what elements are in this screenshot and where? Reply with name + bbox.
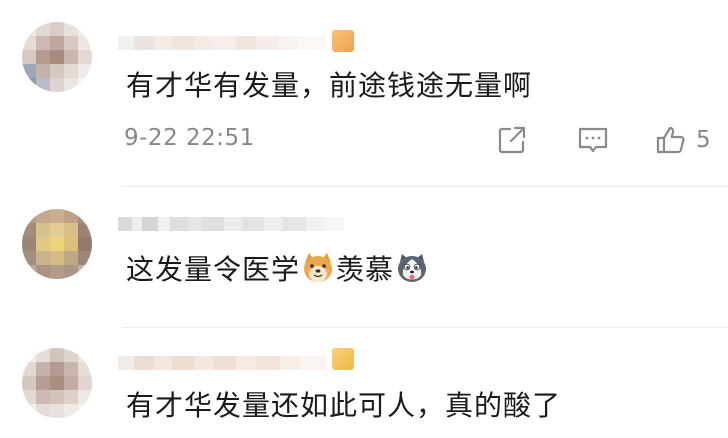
comment-text: 有才华有发量，前途钱途无量啊 xyxy=(126,69,533,102)
avatar[interactable] xyxy=(22,22,92,92)
reply-button[interactable] xyxy=(576,120,610,160)
share-icon xyxy=(498,126,526,154)
user-level-badge xyxy=(332,30,354,52)
comment-text: 这发量令医学 羡慕 xyxy=(126,250,430,290)
comment-icon xyxy=(578,127,608,153)
like-count: 5 xyxy=(696,127,711,153)
husky-face-emoji xyxy=(398,254,427,282)
username-blurred[interactable] xyxy=(118,30,326,56)
comment-text: 有才华发量还如此可人，真的酸了 xyxy=(126,389,562,422)
avatar[interactable] xyxy=(22,209,92,279)
comment-item: 有才华有发量，前途钱途无量啊 9-22 22:51 5 xyxy=(0,0,728,186)
username-blurred[interactable] xyxy=(118,211,344,237)
comment-text-part: 羡慕 xyxy=(336,253,395,286)
username-blurred[interactable] xyxy=(118,350,326,376)
like-button[interactable]: 5 xyxy=(654,120,711,160)
thumbs-up-icon xyxy=(656,126,685,154)
avatar[interactable] xyxy=(22,348,92,418)
comment-timestamp: 9-22 22:51 xyxy=(124,125,255,151)
user-level-badge xyxy=(332,348,354,370)
doge-dog-emoji xyxy=(304,253,333,282)
comment-item: 有才华发量还如此可人，真的酸了 xyxy=(0,328,728,438)
share-button[interactable] xyxy=(496,120,528,160)
comment-text-part: 这发量令医学 xyxy=(126,253,301,286)
comment-item: 这发量令医学 羡慕 xyxy=(0,187,728,327)
